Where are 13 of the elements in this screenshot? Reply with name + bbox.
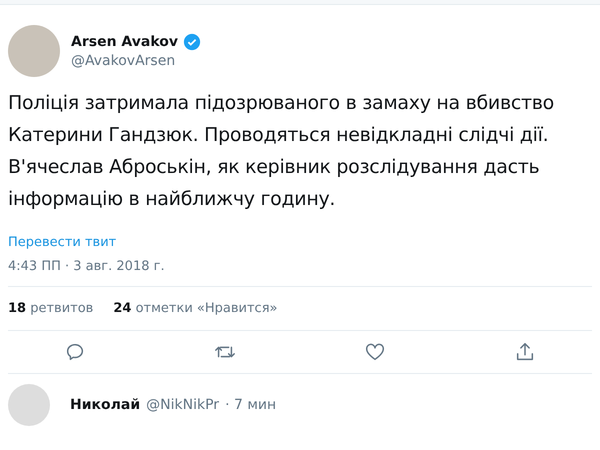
reply-author-handle[interactable]: @NikNikPr: [146, 397, 220, 413]
reply-author-name[interactable]: Николай: [70, 397, 140, 413]
tweet-text: Поліція затримала підозрюваного в замаху на вбивство Катерини Гандзюк. Проводяться невідкладні слідчі дії. В'ячеслав Аброськін, як керівник розслідування дасть інформацію в найближчу годину.: [8, 91, 555, 212]
share-icon[interactable]: [514, 341, 536, 363]
stat-link[interactable]: 24 отметки «Нравится»: [113, 301, 278, 316]
reply-time[interactable]: · 7 мин: [225, 397, 276, 413]
timestamp[interactable]: 4:43 ПП · 3 авг. 2018 г.: [8, 259, 592, 286]
author-handle[interactable]: @AvakovArsen: [71, 53, 201, 69]
heart-icon[interactable]: [364, 341, 386, 363]
translate-link[interactable]: Перевести твит: [8, 235, 592, 250]
author-name[interactable]: Arsen Avakov: [71, 34, 178, 50]
stat-link[interactable]: 18 ретвитов: [8, 301, 94, 316]
reply-icon[interactable]: [64, 341, 86, 363]
